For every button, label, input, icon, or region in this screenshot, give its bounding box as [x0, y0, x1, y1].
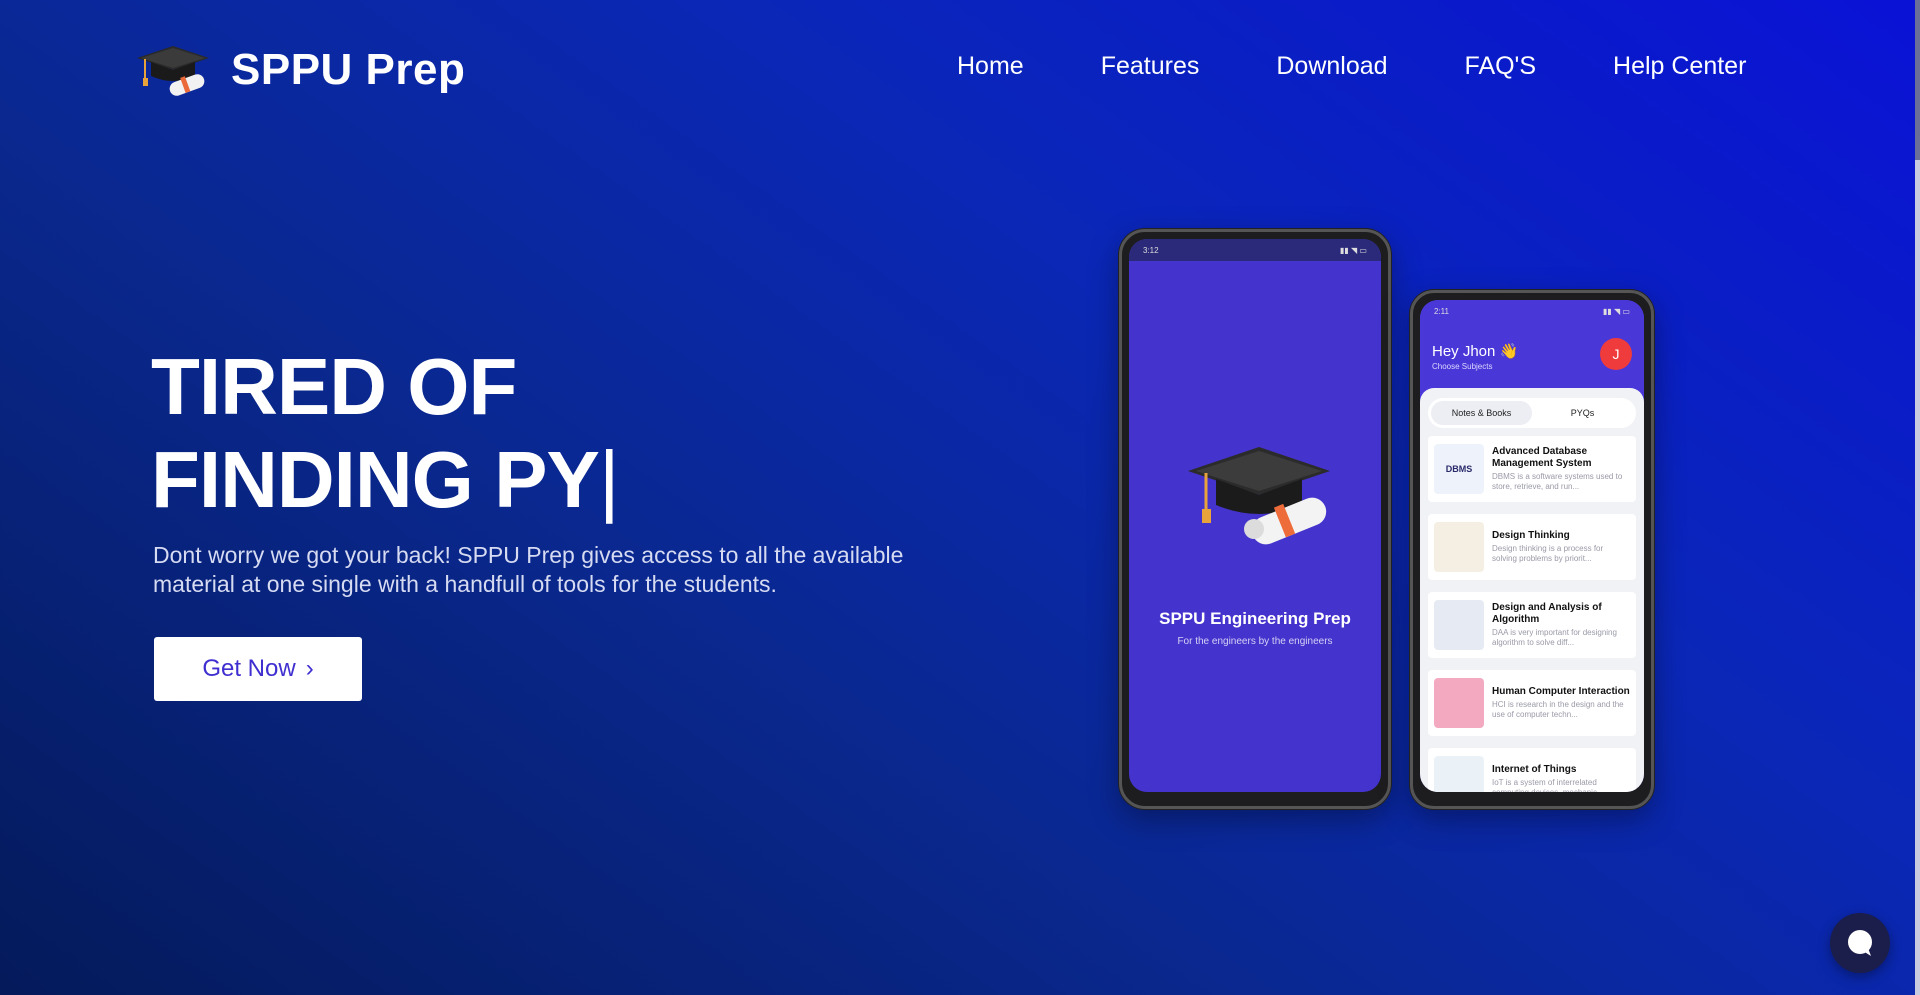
splash-screen: 3:12 ▮▮ ◥ ▭ SPPU Engineering Prep For th… [1129, 239, 1381, 792]
subject-title: Advanced Database Management System [1492, 446, 1592, 469]
hci-thumbnail [1434, 678, 1484, 728]
home-screen: 2:11 ▮▮ ◥ ▭ Hey Jhon 👋 Choose Subjects J… [1420, 300, 1644, 792]
design-thinking-thumbnail [1434, 522, 1484, 572]
graduation-cap-icon [1184, 439, 1334, 549]
nav-download[interactable]: Download [1276, 52, 1387, 81]
typing-cursor: | [598, 435, 620, 524]
subject-card[interactable]: DBMS Advanced Database Management System… [1428, 436, 1636, 502]
hero-headline: TIRED OF FINDING PY| [151, 340, 620, 526]
subject-card[interactable]: Design and Analysis of Algorithm DAA is … [1428, 592, 1636, 658]
avatar[interactable]: J [1600, 338, 1632, 370]
subject-card[interactable]: Human Computer Interaction HCI is resear… [1428, 670, 1636, 736]
status-icons: ▮▮ ◥ ▭ [1340, 245, 1367, 255]
brand-logo[interactable]: SPPU Prep [135, 40, 465, 100]
status-time: 3:12 [1143, 245, 1159, 255]
hero-subtitle: Dont worry we got your back! SPPU Prep g… [153, 542, 904, 597]
chevron-right-icon: › [305, 655, 314, 682]
subject-card[interactable]: Design Thinking Design thinking is a pro… [1428, 514, 1636, 580]
phone-mockup-home: 2:11 ▮▮ ◥ ▭ Hey Jhon 👋 Choose Subjects J… [1410, 290, 1654, 809]
headline-line-1: TIRED OF [151, 342, 517, 431]
greeting-subtitle: Choose Subjects [1432, 362, 1493, 371]
subject-title: Human Computer Interaction [1492, 686, 1630, 697]
nav-features[interactable]: Features [1101, 52, 1200, 81]
status-bar: 2:11 ▮▮ ◥ ▭ [1420, 300, 1644, 322]
greeting: Hey Jhon 👋 Choose Subjects [1432, 342, 1518, 371]
iot-thumbnail [1434, 756, 1484, 792]
algorithm-thumbnail [1434, 600, 1484, 650]
subject-title: Internet of Things [1492, 764, 1577, 775]
main-nav: Home Features Download FAQ'S Help Center [957, 52, 1746, 81]
status-time: 2:11 [1434, 306, 1449, 316]
brand-name: SPPU Prep [231, 45, 466, 94]
tab-bar: Notes & Books PYQs [1428, 398, 1636, 428]
nav-faqs[interactable]: FAQ'S [1465, 52, 1536, 81]
subject-desc: DAA is very important for designing algo… [1492, 628, 1617, 647]
get-now-button[interactable]: Get Now › [154, 637, 362, 701]
scrollbar-thumb[interactable] [1915, 0, 1920, 160]
status-bar: 3:12 ▮▮ ◥ ▭ [1129, 239, 1381, 261]
dbms-thumbnail: DBMS [1434, 444, 1484, 494]
status-icons: ▮▮ ◥ ▭ [1603, 306, 1630, 316]
phone-mockup-splash: 3:12 ▮▮ ◥ ▭ SPPU Engineering Prep For th… [1119, 229, 1391, 809]
subject-desc: IoT is a system of interrelated computin… [1492, 778, 1604, 792]
tab-notes-books[interactable]: Notes & Books [1431, 401, 1532, 425]
scrollbar[interactable] [1915, 0, 1920, 995]
graduation-cap-icon [135, 40, 211, 100]
splash-subtitle: For the engineers by the engineers [1177, 636, 1333, 647]
subject-desc: Design thinking is a process for solving… [1492, 544, 1604, 563]
nav-home[interactable]: Home [957, 52, 1024, 81]
nav-help-center[interactable]: Help Center [1613, 52, 1746, 81]
chat-launcher-button[interactable] [1830, 913, 1890, 973]
headline-line-2: FINDING PY [151, 435, 600, 524]
subject-title: Design Thinking [1492, 530, 1570, 541]
subject-card[interactable]: Internet of Things IoT is a system of in… [1428, 748, 1636, 792]
greeting-name: Hey Jhon 👋 [1432, 343, 1519, 360]
chat-bubble-icon [1848, 930, 1872, 956]
splash-title: SPPU Engineering Prep [1159, 609, 1351, 628]
tab-pyqs[interactable]: PYQs [1532, 401, 1633, 425]
subject-title: Design and Analysis of Algorithm [1492, 602, 1602, 625]
get-now-label: Get Now [202, 655, 296, 682]
subjects-panel: Notes & Books PYQs DBMS Advanced Databas… [1420, 388, 1644, 792]
subject-desc: HCI is research in the design and the us… [1492, 700, 1624, 719]
hero-section: SPPU Prep Home Features Download FAQ'S H… [0, 0, 1915, 995]
subject-desc: DBMS is a software systems used to store… [1492, 472, 1623, 491]
